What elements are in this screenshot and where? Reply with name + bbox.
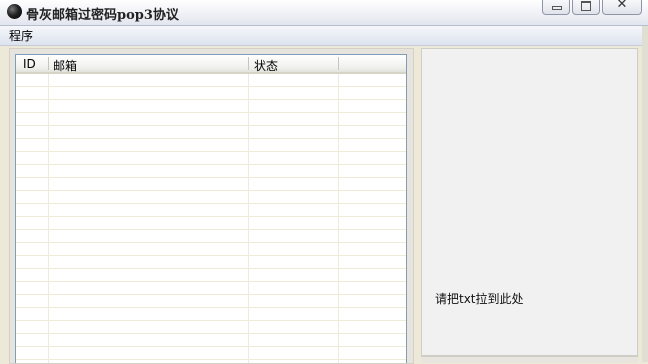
empty-row (16, 308, 406, 321)
app-icon (7, 4, 22, 19)
empty-row (16, 347, 406, 360)
empty-row (16, 217, 406, 230)
empty-row (16, 256, 406, 269)
window-controls: ✕ (540, 0, 642, 15)
empty-row (16, 204, 406, 217)
empty-row (16, 321, 406, 334)
column-header-status[interactable]: 状态 (254, 57, 278, 74)
empty-row (16, 74, 406, 87)
minimize-button[interactable] (542, 0, 570, 15)
menu-bar: 程序 (0, 26, 648, 46)
empty-row (16, 152, 406, 165)
column-header-email[interactable]: 邮箱 (53, 57, 77, 74)
empty-row (16, 165, 406, 178)
empty-row (16, 295, 406, 308)
close-button[interactable]: ✕ (602, 0, 642, 15)
column-header-id[interactable]: ID (23, 57, 36, 71)
empty-row (16, 191, 406, 204)
empty-row (16, 87, 406, 100)
empty-row (16, 282, 406, 295)
menu-item-program[interactable]: 程序 (9, 27, 33, 44)
empty-row (16, 113, 406, 126)
empty-row (16, 243, 406, 256)
empty-row (16, 139, 406, 152)
close-icon: ✕ (616, 0, 628, 12)
list-header: ID 邮箱 状态 (16, 55, 406, 74)
column-divider[interactable] (48, 57, 49, 70)
maximize-button[interactable] (572, 0, 600, 15)
empty-row (16, 334, 406, 347)
empty-row (16, 269, 406, 282)
column-divider[interactable] (338, 57, 339, 70)
window-edge (642, 26, 648, 362)
minimize-icon (552, 6, 562, 10)
empty-row (16, 178, 406, 191)
column-divider[interactable] (248, 57, 249, 70)
empty-row (16, 126, 406, 139)
title-bar[interactable]: 骨灰邮箱过密码pop3协议 ✕ (0, 0, 648, 26)
drop-zone[interactable]: 请把txt拉到此处 (421, 48, 638, 356)
account-list[interactable]: ID 邮箱 状态 (15, 54, 407, 363)
drop-hint-text: 请把txt拉到此处 (435, 292, 524, 306)
window-title: 骨灰邮箱过密码pop3协议 (26, 8, 179, 23)
maximize-icon (581, 1, 591, 11)
list-body[interactable] (16, 74, 406, 363)
empty-row (16, 230, 406, 243)
empty-row (16, 100, 406, 113)
